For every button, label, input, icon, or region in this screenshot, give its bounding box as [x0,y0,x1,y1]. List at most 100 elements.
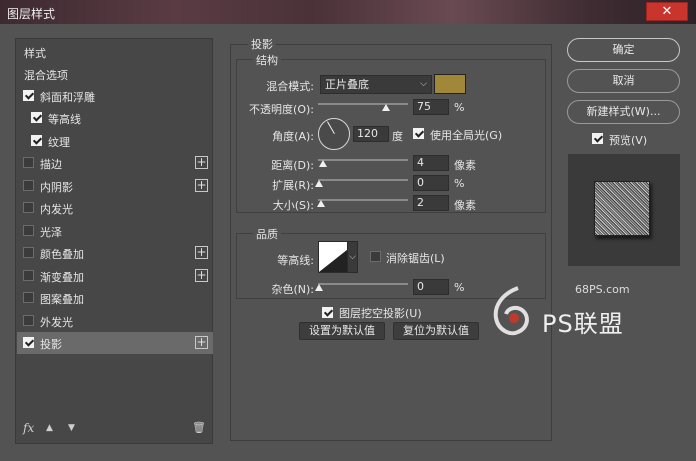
sidebar-item-label: 等高线 [48,113,81,126]
sidebar-item-texture[interactable]: 纹理 [17,130,213,152]
sidebar-item-styles[interactable]: 样式 [17,41,213,63]
stroke-checkbox[interactable] [23,157,34,168]
sidebar-item-label: 样式 [24,47,46,60]
sidebar-item-drop-shadow[interactable]: 投影 + [17,332,213,354]
global-light-checkbox[interactable] [413,128,424,139]
add-color-overlay-button[interactable]: + [195,246,208,259]
watermark-brand: PS联盟 [542,310,624,338]
distance-label: 距离(D): [271,159,314,172]
noise-slider-track[interactable] [318,283,408,285]
opacity-slider-thumb[interactable] [381,104,390,111]
move-up-icon[interactable]: ▲ [46,423,53,433]
angle-dial[interactable] [318,118,350,150]
distance-slider-thumb[interactable] [319,160,327,167]
sidebar-item-label: 颜色叠加 [40,248,84,261]
sidebar-item-inner-glow[interactable]: 内发光 [17,197,213,219]
add-drop-shadow-button[interactable]: + [195,336,208,349]
angle-needle [327,121,335,134]
size-slider-thumb[interactable] [317,200,325,207]
title-bar: 图层样式 ✕ [0,0,696,24]
sidebar-item-inner-shadow[interactable]: 内阴影 + [17,175,213,197]
antialias-label: 消除锯齿(L) [386,252,445,265]
noise-label: 杂色(N): [271,283,314,296]
satin-checkbox[interactable] [23,225,34,236]
style-list-toolbar: fx ▲ ▼ 🗑 [16,421,212,441]
bevel-emboss-checkbox[interactable] [23,90,34,101]
pattern-overlay-checkbox[interactable] [23,292,34,303]
new-style-button[interactable]: 新建样式(W)... [567,100,680,124]
add-stroke-button[interactable]: + [195,156,208,169]
drop-shadow-checkbox[interactable] [23,337,34,348]
ok-button[interactable]: 确定 [567,38,680,62]
move-down-icon[interactable]: ▼ [68,423,75,433]
size-slider-track[interactable] [318,199,408,201]
texture-checkbox[interactable] [31,135,42,146]
sidebar-item-label: 图案叠加 [40,293,84,306]
sidebar-item-label: 混合选项 [24,69,68,82]
close-button[interactable]: ✕ [646,2,688,21]
sidebar-item-blending-options[interactable]: 混合选项 [17,63,213,85]
opacity-input[interactable]: 75 [413,99,449,115]
knockout-checkbox[interactable] [322,307,333,318]
noise-slider-thumb[interactable] [315,284,323,291]
global-light-label: 使用全局光(G) [430,129,503,142]
color-overlay-checkbox[interactable] [23,247,34,258]
spread-input[interactable]: 0 [413,175,449,191]
sidebar-item-pattern-overlay[interactable]: 图案叠加 [17,287,213,309]
sidebar-item-outer-glow[interactable]: 外发光 [17,310,213,332]
sidebar-item-label: 内阴影 [40,181,73,194]
gradient-overlay-checkbox[interactable] [23,270,34,281]
style-list: 样式 混合选项 斜面和浮雕 等高线 纹理 描边 + 内阴影 + 内发光 光泽 颜… [15,38,213,444]
angle-unit: 度 [392,130,403,143]
size-label: 大小(S): [272,199,314,212]
set-default-button[interactable]: 设置为默认值 [299,322,385,340]
sidebar-item-contour[interactable]: 等高线 [17,107,213,129]
inner-shadow-checkbox[interactable] [23,180,34,191]
size-unit: 像素 [454,199,476,212]
inner-glow-checkbox[interactable] [23,202,34,213]
knockout-label: 图层挖空投影(U) [339,307,422,320]
sidebar-item-label: 内发光 [40,203,73,216]
noise-input[interactable]: 0 [413,279,449,295]
fx-icon[interactable]: fx [23,421,34,435]
sidebar-item-bevel-emboss[interactable]: 斜面和浮雕 [17,85,213,107]
sidebar-item-gradient-overlay[interactable]: 渐变叠加 + [17,265,213,287]
reset-default-button[interactable]: 复位为默认值 [393,322,479,340]
spread-unit: % [454,177,465,190]
contour-dropdown[interactable]: ⌵ [347,241,358,273]
noise-unit: % [454,281,465,294]
preview-thumbnail [594,181,650,236]
preview-checkbox[interactable] [592,133,603,144]
add-inner-shadow-button[interactable]: + [195,179,208,192]
sidebar-item-color-overlay[interactable]: 颜色叠加 + [17,242,213,264]
contour-checkbox[interactable] [31,112,42,123]
angle-input[interactable]: 120 [353,126,389,142]
trash-icon[interactable]: 🗑 [192,421,206,434]
opacity-unit: % [454,101,465,114]
opacity-slider-track[interactable] [318,103,408,105]
quality-title: 品质 [253,226,281,242]
distance-input[interactable]: 4 [413,155,449,171]
size-input[interactable]: 2 [413,195,449,211]
sidebar-item-satin[interactable]: 光泽 [17,220,213,242]
sidebar-item-stroke[interactable]: 描边 + [17,152,213,174]
ps-union-logo-icon [493,286,529,336]
shadow-color-swatch[interactable] [434,74,466,94]
sidebar-item-label: 描边 [40,158,62,171]
spread-slider-thumb[interactable] [315,180,323,187]
distance-slider-track[interactable] [318,159,408,161]
spread-slider-track[interactable] [318,179,408,181]
structure-title: 结构 [253,52,281,68]
style-preview [568,154,680,266]
outer-glow-checkbox[interactable] [23,315,34,326]
sidebar-item-label: 纹理 [48,136,70,149]
sidebar-item-label: 投影 [40,338,62,351]
spread-label: 扩展(R): [272,179,314,192]
contour-label: 等高线: [277,254,314,267]
add-gradient-overlay-button[interactable]: + [195,269,208,282]
opacity-label: 不透明度(O): [249,103,314,116]
antialias-checkbox[interactable] [370,251,381,262]
chevron-down-icon: ⌵ [420,79,427,89]
cancel-button[interactable]: 取消 [567,69,680,93]
blend-mode-select[interactable]: 正片叠底 ⌵ [320,75,432,94]
